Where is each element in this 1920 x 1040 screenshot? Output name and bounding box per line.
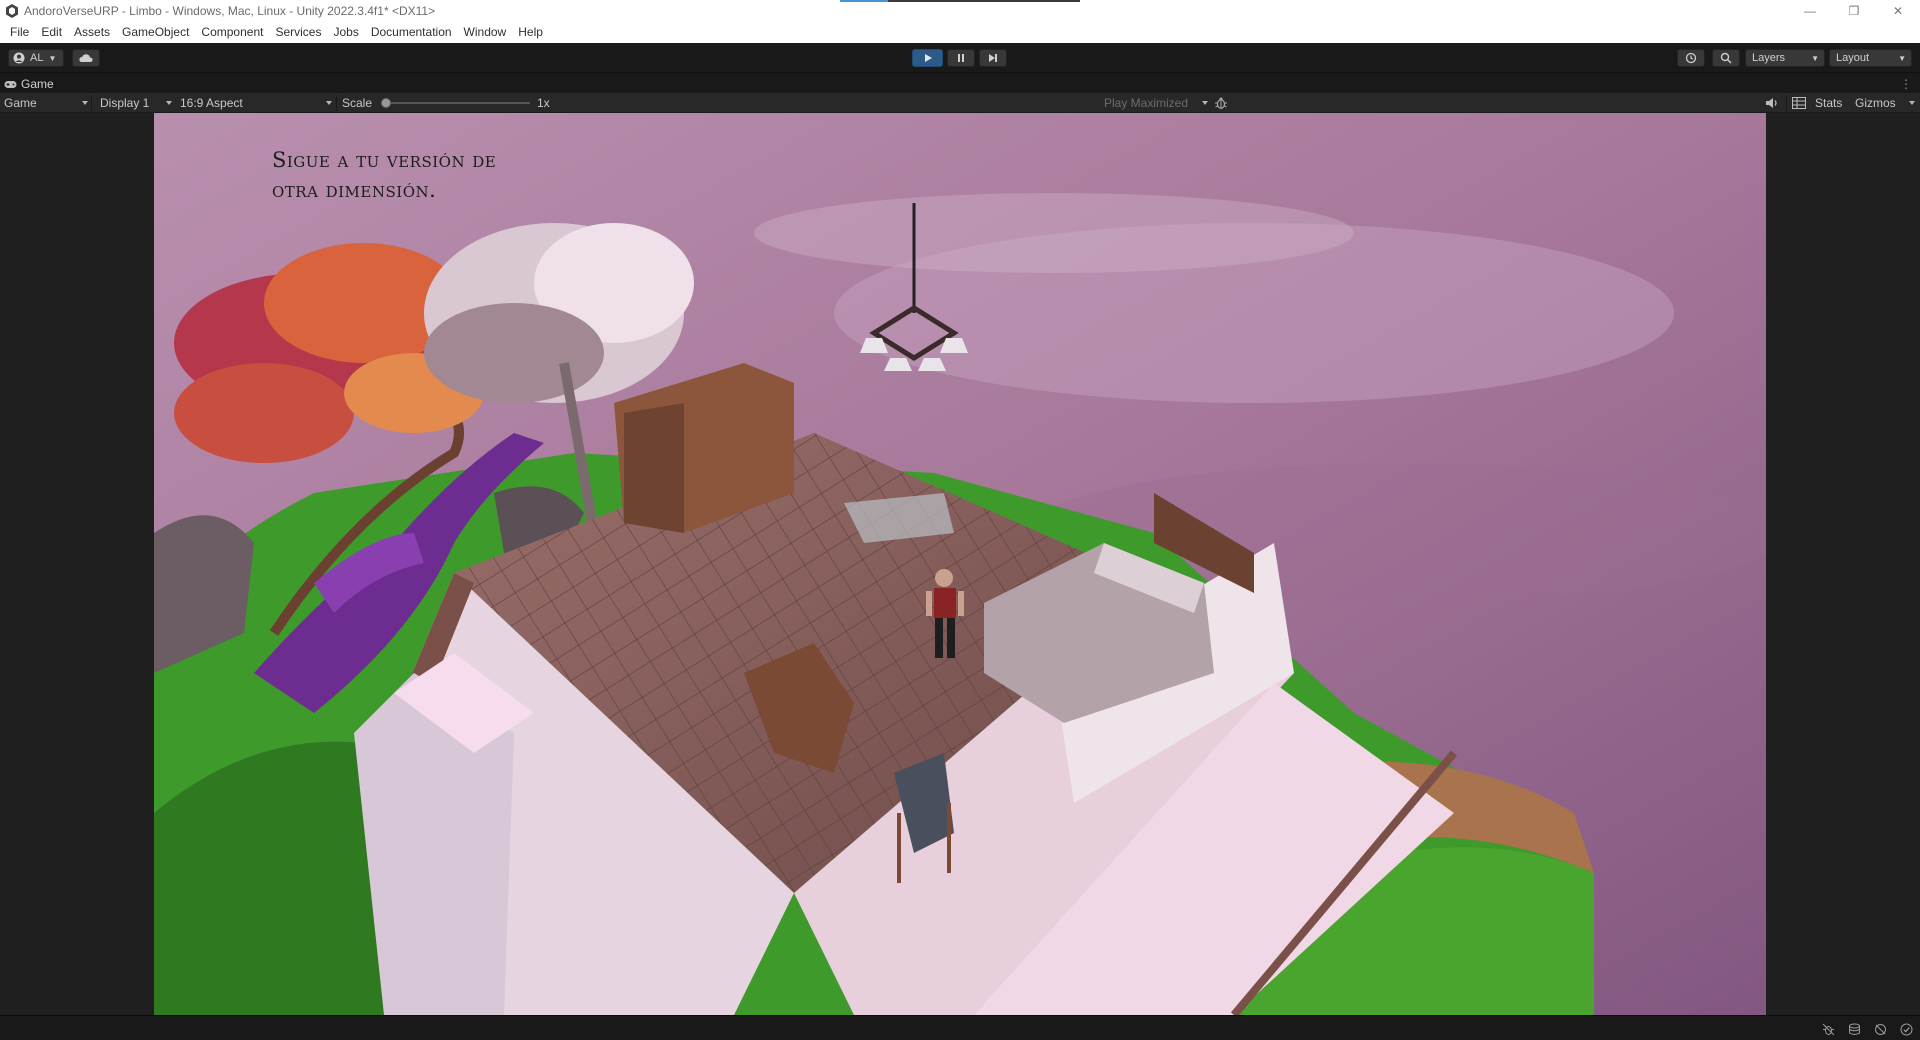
stats-grid-icon[interactable] [1792,93,1806,113]
menu-window[interactable]: Window [458,22,513,43]
menu-jobs[interactable]: Jobs [327,22,364,43]
debug-disabled-icon[interactable] [1872,1021,1888,1037]
gizmos-dropdown[interactable]: Gizmos [1855,93,1915,113]
loading-progress-bar [840,0,1080,2]
minimize-button[interactable]: — [1788,0,1832,22]
more-options-icon[interactable]: ⋮ [1900,77,1912,91]
game-tab-strip: Game ⋮ [0,73,1920,93]
layers-dropdown[interactable]: Layers ▼ [1745,49,1825,67]
account-label: AL [30,52,44,64]
menu-assets[interactable]: Assets [68,22,116,43]
history-icon [1685,52,1697,64]
aspect-dropdown[interactable]: 16:9 Aspect [180,93,332,113]
scale-slider-handle[interactable] [381,98,391,108]
account-icon [13,52,25,64]
menu-gameobject[interactable]: GameObject [116,22,195,43]
close-button[interactable]: ✕ [1876,0,1920,22]
game-viewport[interactable]: Sigue a tu versión de otra dimensión. [154,113,1766,1015]
step-button[interactable] [979,49,1007,67]
stats-button[interactable]: Stats [1815,93,1842,113]
pause-button[interactable] [947,49,975,67]
play-maximized-dropdown[interactable]: Play Maximized [1104,93,1208,113]
restore-button[interactable]: ❐ [1832,0,1876,22]
objective-line-1: Sigue a tu versión de [272,148,497,172]
menu-edit[interactable]: Edit [35,22,68,43]
step-icon [989,54,997,62]
cloud-icon [79,54,93,62]
chevron-down-icon: ▼ [48,53,57,63]
menu-help[interactable]: Help [512,22,549,43]
chevron-down-icon: ▼ [1811,53,1819,63]
pause-icon [958,54,964,62]
menu-component[interactable]: Component [195,22,269,43]
tab-game[interactable]: Game [4,75,54,93]
layout-label: Layout [1836,52,1870,64]
game-scene-render [154,113,1766,1015]
unity-logo-icon [6,4,18,18]
play-icon [924,54,932,62]
undo-history-button[interactable] [1677,49,1705,67]
scale-slider-track[interactable] [385,102,530,104]
layers-label: Layers [1752,52,1786,64]
bug-icon[interactable] [1214,94,1228,114]
play-button[interactable] [912,49,943,67]
scale-value: 1x [537,96,550,110]
objective-line-2: otra dimensión. [272,178,437,202]
layout-dropdown[interactable]: Layout ▼ [1829,49,1912,67]
database-icon[interactable] [1846,1021,1862,1037]
window-title: AndoroVerseURP - Limbo - Windows, Mac, L… [24,4,436,18]
window-title-bar: AndoroVerseURP - Limbo - Windows, Mac, L… [0,0,1920,22]
search-icon [1720,52,1732,64]
objective-text: Sigue a tu versión de otra dimensión. [272,145,496,205]
menu-services[interactable]: Services [269,22,327,43]
menu-bar: File Edit Assets GameObject Component Se… [0,22,1920,43]
mute-audio-icon[interactable] [1765,93,1779,113]
chevron-down-icon: ▼ [1898,53,1906,63]
status-bar [0,1015,1920,1040]
gamepad-icon [4,80,17,88]
main-toolbar: AL ▼ Layers ▼ Layout ▼ [0,43,1920,73]
menu-documentation[interactable]: Documentation [365,22,458,43]
scale-label: Scale [342,96,373,110]
bug-report-icon[interactable] [1820,1021,1836,1037]
tab-game-label: Game [21,77,54,91]
check-icon[interactable] [1898,1021,1914,1037]
cloud-button[interactable] [72,49,100,67]
game-view-toolbar: Game Display 1 16:9 Aspect Scale 1x Play… [0,93,1920,113]
menu-file[interactable]: File [4,22,35,43]
game-mode-dropdown[interactable]: Game [4,93,88,113]
display-dropdown[interactable]: Display 1 [100,93,172,113]
account-dropdown[interactable]: AL ▼ [8,49,64,67]
search-button[interactable] [1712,49,1740,67]
